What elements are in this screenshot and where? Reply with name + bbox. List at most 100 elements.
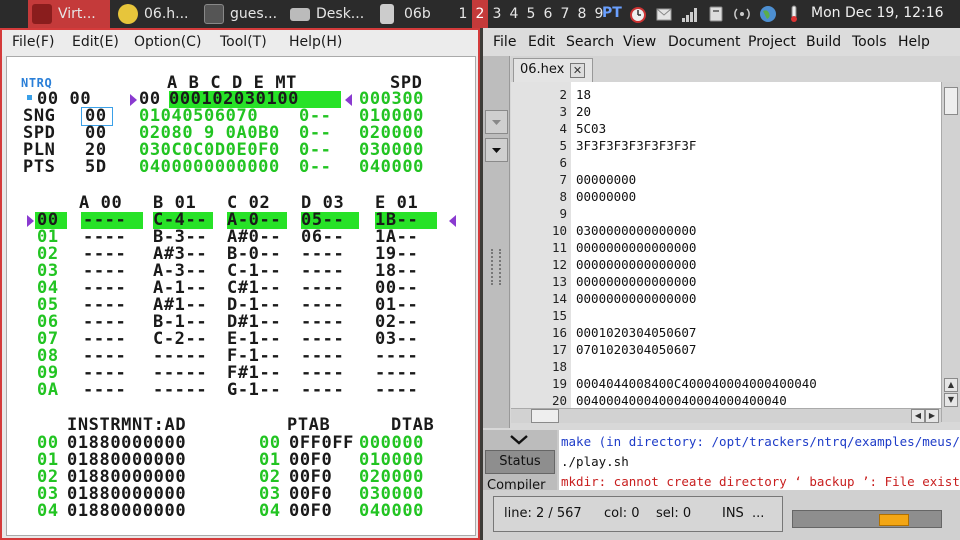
code-line[interactable]: 0000000000000000: [576, 257, 696, 272]
menu-build[interactable]: Build: [806, 34, 841, 50]
task-folder-06b[interactable]: 06b: [374, 0, 452, 28]
collapse-chevron-icon[interactable]: [507, 432, 531, 451]
line-number: 10: [551, 223, 567, 238]
menu-view[interactable]: View: [623, 34, 656, 50]
menu-project[interactable]: Project: [748, 34, 796, 50]
thermometer-icon[interactable]: [784, 4, 804, 24]
workspace-3[interactable]: 3: [489, 0, 505, 28]
line-number: 12: [551, 257, 567, 272]
workspace-4[interactable]: 4: [506, 0, 522, 28]
close-tab-icon[interactable]: ✕: [570, 63, 585, 78]
scroll-up-button[interactable]: [485, 110, 508, 134]
progress-fill: [879, 514, 909, 526]
code-line[interactable]: 0300000000000000: [576, 223, 696, 238]
task-virtualbox[interactable]: Virt...: [28, 0, 110, 28]
mail-icon[interactable]: [654, 4, 674, 24]
code-line[interactable]: 00000000: [576, 172, 636, 187]
instrument-number[interactable]: 04: [37, 503, 59, 520]
code-line[interactable]: 0701020304050607: [576, 342, 696, 357]
menu-help[interactable]: Help(H): [289, 34, 342, 50]
value-pts[interactable]: 5D: [85, 159, 107, 176]
keyboard-layout-indicator[interactable]: PT: [602, 5, 622, 21]
code-line[interactable]: 0001020304050607: [576, 325, 696, 340]
code-line[interactable]: 00000000: [576, 189, 636, 204]
line-number: 7: [559, 172, 567, 187]
menu-file[interactable]: File(F): [12, 34, 54, 50]
code-line[interactable]: 0004044008400C400040004000400040: [576, 376, 817, 391]
pattern-cell-c[interactable]: G-1--: [227, 382, 281, 399]
alarm-clock-icon[interactable]: [628, 4, 648, 24]
horizontal-scroll-thumb[interactable]: [531, 409, 559, 423]
code-line[interactable]: 18: [576, 87, 591, 102]
scroll-arrow-down-icon[interactable]: ▼: [944, 393, 958, 407]
speed-row-4[interactable]: 040000: [359, 159, 424, 176]
menu-tools[interactable]: Tools: [852, 34, 887, 50]
line-number-gutter: 2 3 4 5 6 7 8 9 10 11 12 13 14 15 16 17 18 19 20: [511, 82, 571, 422]
workspace-7[interactable]: 7: [557, 0, 573, 28]
editor-statusbar: line: 2 / 567 col: 0 sel: 0 INS ...: [483, 490, 960, 540]
pattern-cell-d[interactable]: ----: [301, 382, 344, 399]
workspace-6[interactable]: 6: [540, 0, 556, 28]
line-number: 4: [559, 121, 567, 136]
tab-06-hex[interactable]: 06.hex ✕: [513, 58, 593, 82]
sequence-row-4[interactable]: 0400000000000: [139, 159, 280, 176]
task-hex-editor[interactable]: 06.h...: [114, 0, 198, 28]
pattern-cell-b[interactable]: -----: [153, 382, 207, 399]
code-line[interactable]: 0000000000000000: [576, 291, 696, 306]
message-line-0[interactable]: make (in directory: /opt/trackers/ntrq/e…: [561, 434, 960, 449]
vertical-scroll-thumb[interactable]: [944, 87, 958, 115]
line-number: 16: [551, 325, 567, 340]
workspace-8[interactable]: 8: [574, 0, 590, 28]
wireless-icon[interactable]: [732, 4, 752, 24]
workspace-5[interactable]: 5: [523, 0, 539, 28]
sequence-start-marker: [130, 94, 137, 106]
desktop-icon: [290, 8, 310, 21]
menu-option[interactable]: Option(C): [134, 34, 201, 50]
horizontal-scrollbar[interactable]: ◀ ▶: [511, 408, 941, 423]
code-line[interactable]: 5C03: [576, 121, 606, 136]
network-icon[interactable]: [706, 4, 726, 24]
menu-file[interactable]: File: [493, 34, 516, 50]
code-line[interactable]: 0000000000000000: [576, 240, 696, 255]
message-line-2[interactable]: mkdir: cannot create directory ‘ backup …: [561, 474, 960, 489]
pane-resize-grip[interactable]: [491, 249, 501, 285]
scroll-arrow-right-icon[interactable]: ▶: [925, 409, 939, 423]
menu-edit[interactable]: Edit(E): [72, 34, 119, 50]
line-number: 3: [559, 104, 567, 119]
code-line[interactable]: 0040004000400040004000400040: [576, 393, 787, 408]
ptab-values[interactable]: 00F0: [289, 503, 332, 520]
ptab-number[interactable]: 04: [259, 503, 281, 520]
message-line-1[interactable]: ./play.sh: [561, 454, 629, 469]
menu-help[interactable]: Help: [898, 34, 930, 50]
editor-app-icon: [118, 4, 138, 24]
task-desktop[interactable]: Desk...: [286, 0, 372, 28]
menu-search[interactable]: Search: [566, 34, 614, 50]
task-terminal[interactable]: gues...: [200, 0, 284, 28]
status-tab[interactable]: Status: [485, 450, 555, 474]
pattern-cell-e[interactable]: ----: [375, 382, 418, 399]
menu-edit[interactable]: Edit: [528, 34, 555, 50]
menu-tool[interactable]: Tool(T): [220, 34, 267, 50]
line-number: 19: [551, 376, 567, 391]
signal-bars-icon[interactable]: [680, 4, 700, 24]
scroll-down-button[interactable]: [485, 138, 508, 162]
clock[interactable]: Mon Dec 19, 12:16: [811, 5, 944, 21]
tab-label: 06.hex: [520, 62, 565, 77]
pattern-cell-a[interactable]: ----: [83, 382, 126, 399]
code-line[interactable]: 3F3F3F3F3F3F3F3F: [576, 138, 696, 153]
scroll-arrow-up-icon[interactable]: ▲: [944, 378, 958, 392]
compiler-messages[interactable]: make (in directory: /opt/trackers/ntrq/e…: [559, 430, 960, 490]
instrument-values[interactable]: 01880000000: [67, 503, 186, 520]
scroll-arrow-left-icon[interactable]: ◀: [911, 409, 925, 423]
vertical-scrollbar[interactable]: ▲ ▼: [941, 82, 960, 422]
workspace-1[interactable]: 1: [455, 0, 471, 28]
code-line[interactable]: 20: [576, 104, 591, 119]
code-editor-area[interactable]: 18 20 5C03 3F3F3F3F3F3F3F3F 00000000 00000000…: [571, 82, 941, 422]
menu-document[interactable]: Document: [668, 34, 741, 50]
line-number: 9: [559, 206, 567, 221]
globe-icon[interactable]: [758, 4, 778, 24]
workspace-2[interactable]: 2: [472, 0, 488, 28]
code-line[interactable]: 0000000000000000: [576, 274, 696, 289]
dtab-values[interactable]: 040000: [359, 503, 424, 520]
tracker-screen[interactable]: NTRQ A B C D E MT SPD 00 00 00 000102030…: [6, 56, 476, 536]
